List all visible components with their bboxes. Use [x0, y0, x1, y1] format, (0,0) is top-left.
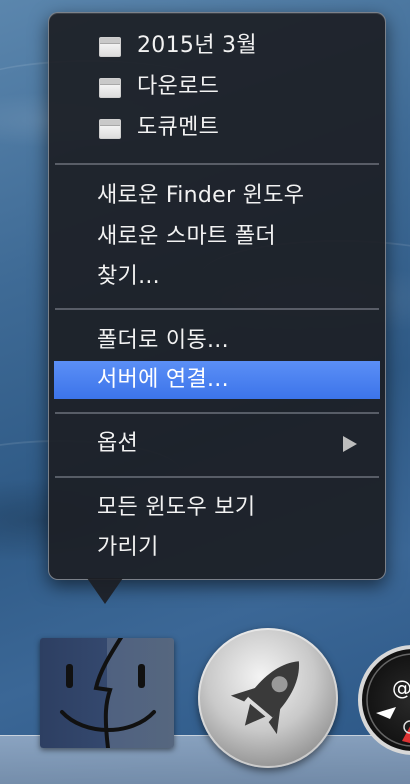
desktop: 2015년 3월 다운로드 도큐멘트 새로운 Finder 윈도우 새로운 스마… [0, 0, 410, 784]
menu-separator [55, 308, 379, 310]
menu-separator [55, 163, 379, 165]
menu-item-go-to-folder[interactable]: 폴더로 이동... [49, 322, 385, 360]
menu-item-show-all-windows[interactable]: 모든 윈도우 보기 [49, 489, 385, 527]
finder-dock-context-menu: 2015년 3월 다운로드 도큐멘트 새로운 Finder 윈도우 새로운 스마… [48, 12, 386, 580]
menu-item-recent-folder-3[interactable]: 도큐멘트 [49, 109, 385, 147]
menu-item-hide[interactable]: 가리기 [49, 529, 385, 567]
launchpad-icon[interactable] [198, 628, 338, 768]
menu-item-connect-to-server[interactable]: 서버에 연결... [54, 361, 380, 399]
folder-window-icon [99, 119, 121, 139]
menu-item-label: 새로운 Finder 윈도우 [97, 183, 305, 208]
menu-separator [55, 476, 379, 478]
menu-item-label: 새로운 스마트 폴더 [97, 224, 276, 249]
menu-item-label: 가리기 [97, 535, 159, 560]
menu-item-label: 찾기... [97, 264, 160, 289]
finder-icon[interactable] [40, 638, 174, 748]
menu-item-new-smart-folder[interactable]: 새로운 스마트 폴더 [49, 218, 385, 256]
submenu-arrow-icon [343, 436, 357, 452]
menu-separator [55, 412, 379, 414]
menu-item-label: 폴더로 이동... [97, 328, 229, 353]
menu-item-label: 모든 윈도우 보기 [97, 495, 256, 520]
menu-item-label: 2015년 3월 [137, 33, 257, 58]
menu-item-label: 옵션 [97, 431, 139, 456]
menu-item-recent-folder-1[interactable]: 2015년 3월 [49, 27, 385, 65]
rocket-icon [230, 661, 299, 735]
menu-item-recent-folder-2[interactable]: 다운로드 [49, 68, 385, 106]
menu-pointer [87, 578, 123, 604]
menu-item-find[interactable]: 찾기... [49, 258, 385, 296]
folder-window-icon [99, 78, 121, 98]
folder-window-icon [99, 37, 121, 57]
svg-text:@: @ [392, 676, 410, 700]
menu-item-label: 서버에 연결... [97, 367, 229, 392]
menu-item-label: 도큐멘트 [137, 115, 220, 140]
menu-item-options[interactable]: 옵션 [49, 425, 385, 463]
finder-face-icon [60, 638, 156, 748]
menu-item-label: 다운로드 [137, 74, 220, 99]
menu-item-new-finder-window[interactable]: 새로운 Finder 윈도우 [49, 177, 385, 215]
